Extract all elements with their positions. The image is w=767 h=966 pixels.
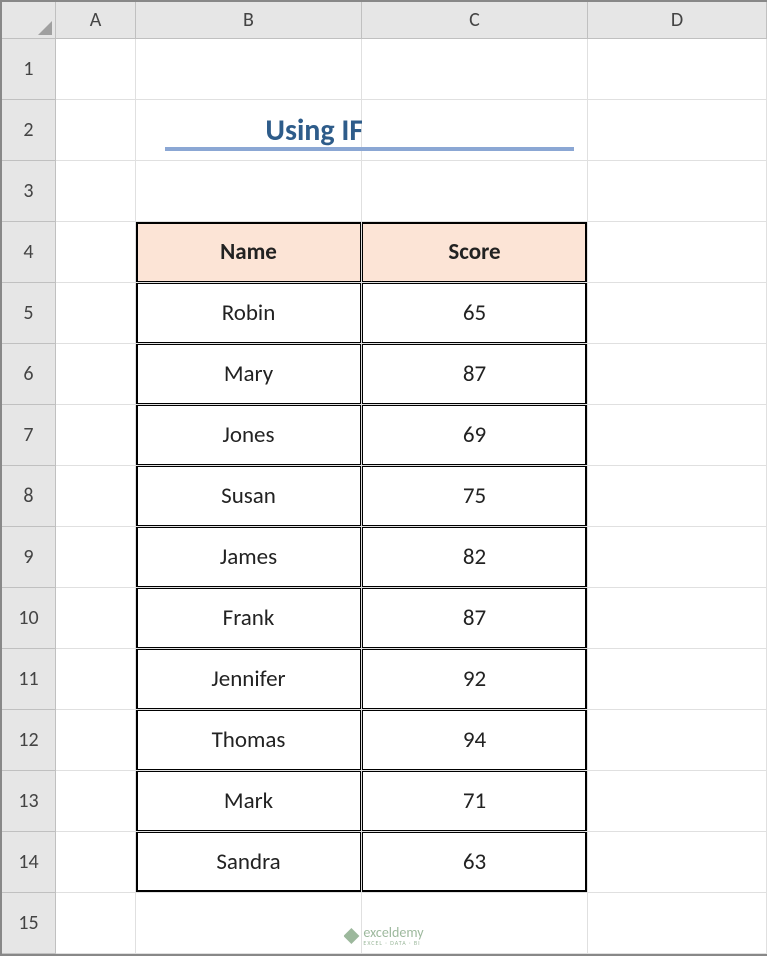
- title-underline: [165, 147, 574, 151]
- row-header-3[interactable]: 3: [2, 161, 56, 222]
- cell-a5[interactable]: [56, 283, 136, 344]
- table-row[interactable]: 63: [362, 832, 588, 893]
- cell-d1[interactable]: [588, 39, 767, 100]
- row-header-6[interactable]: 6: [2, 344, 56, 405]
- select-all-corner[interactable]: [2, 2, 56, 39]
- cell-a14[interactable]: [56, 832, 136, 893]
- cell-d10[interactable]: [588, 588, 767, 649]
- table-row[interactable]: Thomas: [136, 710, 362, 771]
- col-header-a[interactable]: A: [56, 2, 136, 39]
- cell-d8[interactable]: [588, 466, 767, 527]
- cell-d5[interactable]: [588, 283, 767, 344]
- col-header-d[interactable]: D: [588, 2, 767, 39]
- row-header-5[interactable]: 5: [2, 283, 56, 344]
- cell-d11[interactable]: [588, 649, 767, 710]
- table-row[interactable]: 87: [362, 588, 588, 649]
- cell-a15[interactable]: [56, 893, 136, 954]
- row-header-9[interactable]: 9: [2, 527, 56, 588]
- table-row[interactable]: 82: [362, 527, 588, 588]
- table-row[interactable]: 92: [362, 649, 588, 710]
- table-row[interactable]: Sandra: [136, 832, 362, 893]
- row-header-14[interactable]: 14: [2, 832, 56, 893]
- cell-a10[interactable]: [56, 588, 136, 649]
- table-row[interactable]: 75: [362, 466, 588, 527]
- table-row[interactable]: Jennifer: [136, 649, 362, 710]
- row-header-11[interactable]: 11: [2, 649, 56, 710]
- table-row[interactable]: Frank: [136, 588, 362, 649]
- col-header-b[interactable]: B: [136, 2, 362, 39]
- watermark-sub: EXCEL · DATA · BI: [363, 940, 423, 946]
- cell-a1[interactable]: [56, 39, 136, 100]
- cell-c3[interactable]: [362, 161, 588, 222]
- cell-a4[interactable]: [56, 222, 136, 283]
- table-row[interactable]: James: [136, 527, 362, 588]
- cell-a7[interactable]: [56, 405, 136, 466]
- cell-c2[interactable]: [362, 100, 588, 161]
- cell-b3[interactable]: [136, 161, 362, 222]
- cell-d13[interactable]: [588, 771, 767, 832]
- cell-a12[interactable]: [56, 710, 136, 771]
- row-header-12[interactable]: 12: [2, 710, 56, 771]
- table-header-name[interactable]: Name: [136, 222, 362, 283]
- cell-d9[interactable]: [588, 527, 767, 588]
- cell-d2[interactable]: [588, 100, 767, 161]
- cell-a9[interactable]: [56, 527, 136, 588]
- cell-d4[interactable]: [588, 222, 767, 283]
- cell-a8[interactable]: [56, 466, 136, 527]
- cell-a6[interactable]: [56, 344, 136, 405]
- cell-c1[interactable]: [362, 39, 588, 100]
- cell-d3[interactable]: [588, 161, 767, 222]
- title-cell-left[interactable]: Using IF function: [136, 100, 362, 161]
- row-header-15[interactable]: 15: [2, 893, 56, 954]
- row-header-8[interactable]: 8: [2, 466, 56, 527]
- table-row[interactable]: 87: [362, 344, 588, 405]
- cell-d12[interactable]: [588, 710, 767, 771]
- cell-b1[interactable]: [136, 39, 362, 100]
- spreadsheet-grid: A B C D 1 2 Using IF function 3 4 Name S…: [0, 0, 767, 956]
- table-row[interactable]: Mark: [136, 771, 362, 832]
- row-header-7[interactable]: 7: [2, 405, 56, 466]
- col-header-c[interactable]: C: [362, 2, 588, 39]
- watermark-main: exceldemy: [363, 926, 423, 940]
- table-row[interactable]: 71: [362, 771, 588, 832]
- row-header-2[interactable]: 2: [2, 100, 56, 161]
- table-row[interactable]: 94: [362, 710, 588, 771]
- cell-a11[interactable]: [56, 649, 136, 710]
- cell-d15[interactable]: [588, 893, 767, 954]
- cell-a3[interactable]: [56, 161, 136, 222]
- row-header-1[interactable]: 1: [2, 39, 56, 100]
- row-header-4[interactable]: 4: [2, 222, 56, 283]
- cell-a2[interactable]: [56, 100, 136, 161]
- watermark: exceldemy EXCEL · DATA · BI: [343, 926, 423, 946]
- watermark-icon: [343, 928, 359, 944]
- cell-b15[interactable]: [136, 893, 362, 954]
- cell-a13[interactable]: [56, 771, 136, 832]
- table-row[interactable]: 69: [362, 405, 588, 466]
- row-header-13[interactable]: 13: [2, 771, 56, 832]
- cell-d7[interactable]: [588, 405, 767, 466]
- cell-d14[interactable]: [588, 832, 767, 893]
- table-row[interactable]: 65: [362, 283, 588, 344]
- table-row[interactable]: Mary: [136, 344, 362, 405]
- table-header-score[interactable]: Score: [362, 222, 588, 283]
- cell-d6[interactable]: [588, 344, 767, 405]
- table-row[interactable]: Jones: [136, 405, 362, 466]
- row-header-10[interactable]: 10: [2, 588, 56, 649]
- table-row[interactable]: Susan: [136, 466, 362, 527]
- table-row[interactable]: Robin: [136, 283, 362, 344]
